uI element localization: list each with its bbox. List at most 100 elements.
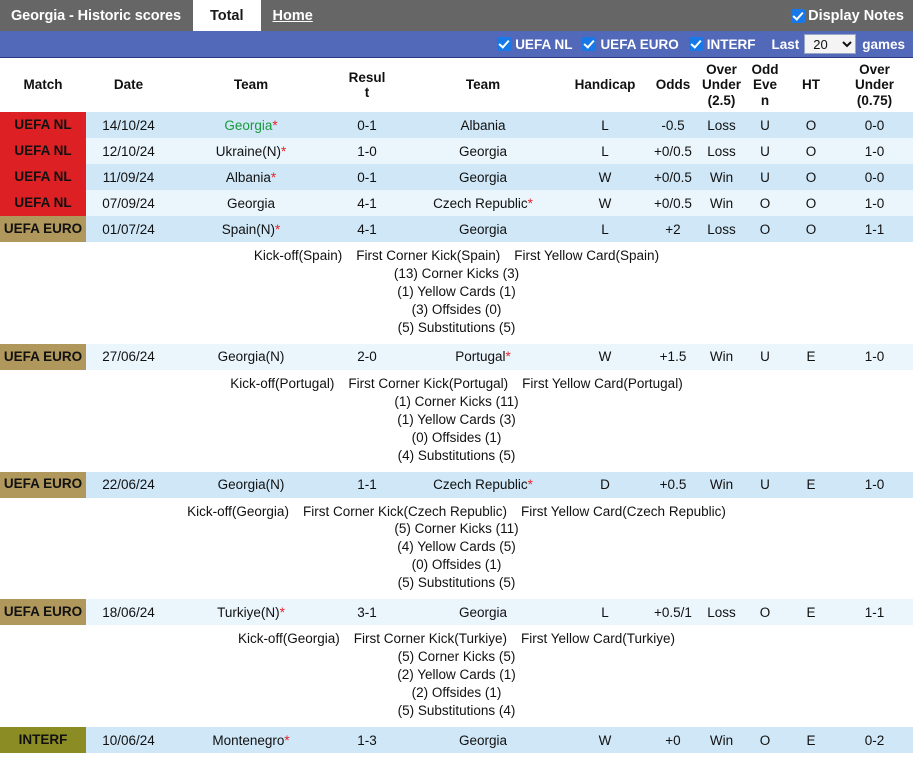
competition-badge[interactable]: INTERF xyxy=(0,727,86,753)
column-header-9[interactable]: HT xyxy=(786,58,836,112)
odds-letter[interactable]: L xyxy=(563,599,647,625)
odds-result[interactable]: Loss xyxy=(699,112,744,138)
home-team[interactable]: Spain(N)* xyxy=(171,216,331,242)
column-header-10[interactable]: OverUnder(0.75) xyxy=(836,58,913,112)
odds-result[interactable]: Win xyxy=(699,164,744,190)
table-row[interactable]: UEFA EURO01/07/24Spain(N)*4-1GeorgiaL+2L… xyxy=(0,216,913,242)
over-under-25[interactable]: O xyxy=(744,216,786,242)
home-team[interactable]: Montenegro* xyxy=(171,727,331,753)
half-time-score[interactable]: 1-0 xyxy=(836,190,913,216)
half-time-score[interactable]: 0-0 xyxy=(836,164,913,190)
column-header-7[interactable]: OverUnder(2.5) xyxy=(699,58,744,112)
column-header-4[interactable]: Team xyxy=(403,58,563,112)
odds-letter[interactable]: W xyxy=(563,727,647,753)
odd-even[interactable]: O xyxy=(786,190,836,216)
away-team[interactable]: Georgia xyxy=(403,216,563,242)
match-result[interactable]: 3-1 xyxy=(331,599,403,625)
match-date[interactable]: 18/06/24 xyxy=(86,599,171,625)
filter-interf-checkbox[interactable] xyxy=(689,37,703,51)
half-time-score[interactable]: 0-2 xyxy=(836,727,913,753)
over-under-25[interactable]: U xyxy=(744,112,786,138)
home-team[interactable]: Georgia* xyxy=(171,112,331,138)
odds-letter[interactable]: L xyxy=(563,216,647,242)
away-team[interactable]: Georgia xyxy=(403,599,563,625)
table-row[interactable]: UEFA NL12/10/24Ukraine(N)*1-0GeorgiaL+0/… xyxy=(0,138,913,164)
odds-result[interactable]: Win xyxy=(699,727,744,753)
odds-letter[interactable]: W xyxy=(563,164,647,190)
column-header-0[interactable]: Match xyxy=(0,58,86,112)
column-header-6[interactable]: Odds xyxy=(647,58,699,112)
match-date[interactable]: 12/10/24 xyxy=(86,138,171,164)
handicap-value[interactable]: +0.5 xyxy=(647,472,699,498)
away-team[interactable]: Georgia xyxy=(403,727,563,753)
handicap-value[interactable]: +0/0.5 xyxy=(647,138,699,164)
match-date[interactable]: 07/09/24 xyxy=(86,190,171,216)
odd-even[interactable]: E xyxy=(786,472,836,498)
column-header-5[interactable]: Handicap xyxy=(563,58,647,112)
column-header-1[interactable]: Date xyxy=(86,58,171,112)
odds-result[interactable]: Loss xyxy=(699,138,744,164)
table-row[interactable]: UEFA NL07/09/24Georgia4-1Czech Republic*… xyxy=(0,190,913,216)
odds-result[interactable]: Win xyxy=(699,344,744,370)
home-team[interactable]: Turkiye(N)* xyxy=(171,599,331,625)
odd-even[interactable]: O xyxy=(786,216,836,242)
handicap-value[interactable]: +0.5/1 xyxy=(647,599,699,625)
column-header-3[interactable]: Result xyxy=(331,58,403,112)
match-date[interactable]: 11/09/24 xyxy=(86,164,171,190)
odds-letter[interactable]: W xyxy=(563,344,647,370)
over-under-25[interactable]: U xyxy=(744,138,786,164)
over-under-25[interactable]: O xyxy=(744,190,786,216)
table-row[interactable]: UEFA EURO18/06/24Turkiye(N)*3-1GeorgiaL+… xyxy=(0,599,913,625)
odd-even[interactable]: O xyxy=(786,164,836,190)
match-date[interactable]: 22/06/24 xyxy=(86,472,171,498)
home-team[interactable]: Albania* xyxy=(171,164,331,190)
display-notes-checkbox[interactable] xyxy=(791,9,805,23)
away-team[interactable]: Czech Republic* xyxy=(403,472,563,498)
match-result[interactable]: 0-1 xyxy=(331,112,403,138)
match-result[interactable]: 1-0 xyxy=(331,138,403,164)
match-date[interactable]: 14/10/24 xyxy=(86,112,171,138)
half-time-score[interactable]: 1-0 xyxy=(836,344,913,370)
competition-badge[interactable]: UEFA NL xyxy=(0,190,86,216)
match-result[interactable]: 1-3 xyxy=(331,727,403,753)
match-result[interactable]: 0-1 xyxy=(331,164,403,190)
over-under-25[interactable]: O xyxy=(744,599,786,625)
filter-uefa-nl-checkbox[interactable] xyxy=(497,37,511,51)
match-date[interactable]: 27/06/24 xyxy=(86,344,171,370)
over-under-25[interactable]: U xyxy=(744,164,786,190)
competition-badge[interactable]: UEFA NL xyxy=(0,138,86,164)
half-time-score[interactable]: 0-0 xyxy=(836,112,913,138)
handicap-value[interactable]: +0/0.5 xyxy=(647,190,699,216)
odds-letter[interactable]: L xyxy=(563,112,647,138)
table-row[interactable]: UEFA EURO22/06/24Georgia(N)1-1Czech Repu… xyxy=(0,472,913,498)
handicap-value[interactable]: +2 xyxy=(647,216,699,242)
filter-uefa-nl[interactable]: UEFA NL xyxy=(497,37,572,52)
odd-even[interactable]: E xyxy=(786,344,836,370)
display-notes-control[interactable]: Display Notes xyxy=(791,0,913,31)
odd-even[interactable]: O xyxy=(786,112,836,138)
away-team[interactable]: Albania xyxy=(403,112,563,138)
away-team[interactable]: Georgia xyxy=(403,138,563,164)
half-time-score[interactable]: 1-1 xyxy=(836,599,913,625)
half-time-score[interactable]: 1-0 xyxy=(836,138,913,164)
competition-badge[interactable]: UEFA EURO xyxy=(0,344,86,370)
odds-letter[interactable]: W xyxy=(563,190,647,216)
handicap-value[interactable]: +0 xyxy=(647,727,699,753)
filter-uefa-euro[interactable]: UEFA EURO xyxy=(582,37,678,52)
odd-even[interactable]: E xyxy=(786,727,836,753)
match-date[interactable]: 10/06/24 xyxy=(86,727,171,753)
match-date[interactable]: 01/07/24 xyxy=(86,216,171,242)
competition-badge[interactable]: UEFA NL xyxy=(0,164,86,190)
match-result[interactable]: 4-1 xyxy=(331,216,403,242)
odd-even[interactable]: E xyxy=(786,599,836,625)
tab-home[interactable]: Home xyxy=(261,0,327,31)
filter-interf[interactable]: INTERF xyxy=(689,37,756,52)
home-team[interactable]: Georgia xyxy=(171,190,331,216)
odds-result[interactable]: Win xyxy=(699,190,744,216)
odds-result[interactable]: Loss xyxy=(699,599,744,625)
half-time-score[interactable]: 1-1 xyxy=(836,216,913,242)
column-header-8[interactable]: OddEven xyxy=(744,58,786,112)
table-row[interactable]: UEFA NL14/10/24Georgia*0-1AlbaniaL-0.5Lo… xyxy=(0,112,913,138)
tab-total[interactable]: Total xyxy=(193,0,261,31)
over-under-25[interactable]: U xyxy=(744,344,786,370)
